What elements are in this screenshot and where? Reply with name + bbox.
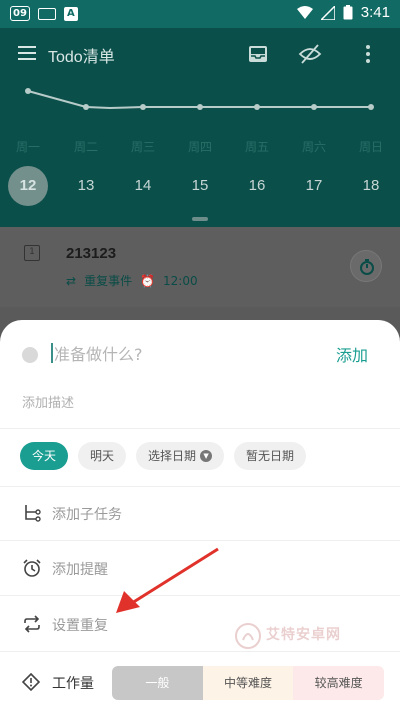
- task-meta: ⇄ 重复事件 ⏰ 12:00: [66, 272, 198, 289]
- task-checkbox[interactable]: 1: [24, 245, 40, 261]
- repeat-icon: [24, 615, 40, 633]
- workload-normal[interactable]: 一般: [112, 666, 203, 700]
- weekday-label: 周日: [358, 140, 383, 154]
- chip-no-date[interactable]: 暂无日期: [234, 442, 307, 470]
- workload-label: 工作量: [52, 676, 94, 692]
- weekday-label: 周三: [130, 140, 155, 154]
- set-repeat-label: 设置重复: [52, 618, 108, 634]
- alarm-clock-icon: [23, 559, 41, 577]
- stopwatch-icon: [360, 259, 374, 275]
- watermark: 艾特安卓网: [232, 620, 372, 660]
- workload-selector: 一般 中等难度 较高难度: [112, 666, 384, 700]
- text-cursor: [51, 343, 53, 363]
- chip-pick-date-label: 选择日期: [148, 449, 197, 463]
- date-chips: 今天 明天 选择日期 ▼ 暂无日期: [20, 442, 307, 470]
- timer-button[interactable]: [350, 250, 382, 282]
- date-item[interactable]: 15: [180, 166, 220, 206]
- add-subtask-row[interactable]: 添加子任务: [0, 487, 400, 541]
- chevron-down-icon: ▼: [200, 450, 213, 462]
- clock: 3:41: [360, 4, 390, 21]
- battery-icon: [343, 5, 353, 20]
- add-subtask-label: 添加子任务: [52, 507, 122, 523]
- status-bar: 09 A 3:41: [0, 0, 400, 28]
- weekday-row: 周一 周二 周三 周四 周五 周六 周日: [0, 138, 400, 158]
- date-item[interactable]: 16: [237, 166, 277, 206]
- repeat-icon: ⇄: [66, 273, 77, 288]
- task-time: 12:00: [163, 273, 198, 288]
- chip-today[interactable]: 今天: [20, 442, 69, 470]
- wifi-icon: [296, 5, 313, 19]
- app-title: Todo清单: [48, 49, 115, 66]
- inbox-icon[interactable]: [246, 42, 270, 66]
- date-item[interactable]: 18: [351, 166, 391, 206]
- chip-pick-date[interactable]: 选择日期 ▼: [136, 442, 225, 470]
- chip-tomorrow[interactable]: 明天: [78, 442, 127, 470]
- weekday-label: 周四: [187, 140, 212, 154]
- description-input[interactable]: 添加描述: [22, 392, 74, 411]
- text-notification-icon: A: [63, 6, 78, 21]
- notification-badge: 09: [10, 6, 30, 21]
- workload-medium[interactable]: 中等难度: [202, 666, 294, 700]
- weekday-label: 周二: [73, 140, 98, 154]
- weekday-label: 周一: [15, 140, 40, 154]
- menu-icon[interactable]: [18, 46, 36, 60]
- divider: [0, 540, 400, 541]
- keyboard-icon: [37, 7, 56, 20]
- date-selected[interactable]: 12: [8, 166, 48, 206]
- divider: [0, 428, 400, 429]
- task-title-input[interactable]: [54, 342, 324, 366]
- task-repeat-label: 重复事件: [84, 274, 133, 288]
- date-item[interactable]: 14: [123, 166, 163, 206]
- hide-eye-icon[interactable]: [298, 42, 322, 66]
- add-reminder-label: 添加提醒: [52, 562, 108, 578]
- date-item[interactable]: 13: [66, 166, 106, 206]
- more-menu-icon[interactable]: [356, 42, 380, 66]
- date-item[interactable]: 17: [294, 166, 334, 206]
- workload-row: 工作量 一般 中等难度 较高难度: [0, 654, 400, 711]
- signal-icon: [320, 5, 335, 20]
- task-item[interactable]: 1 213123 ⇄ 重复事件 ⏰ 12:00: [0, 227, 400, 307]
- weekday-label: 周五: [244, 140, 269, 154]
- watermark-text: 艾特安卓网: [266, 627, 341, 643]
- alarm-icon: ⏰: [140, 273, 156, 288]
- weekday-label: 周六: [301, 140, 326, 154]
- workload-diamond-icon: [22, 673, 40, 691]
- add-task-button[interactable]: 添加: [336, 342, 368, 366]
- task-complete-radio[interactable]: [22, 347, 38, 363]
- subtask-icon: [25, 505, 41, 522]
- task-title: 213123: [66, 245, 117, 262]
- date-row: 12 13 14 15 16 17 18: [0, 166, 400, 210]
- app-header: Todo清单 周一 周二 周三 周四 周五 周六 周日 12 13 14 15 …: [0, 28, 400, 227]
- watermark-logo-icon: [235, 623, 261, 649]
- annotation-arrow-icon: [116, 547, 219, 613]
- drag-handle[interactable]: [192, 217, 208, 221]
- workload-hard[interactable]: 较高难度: [293, 666, 384, 700]
